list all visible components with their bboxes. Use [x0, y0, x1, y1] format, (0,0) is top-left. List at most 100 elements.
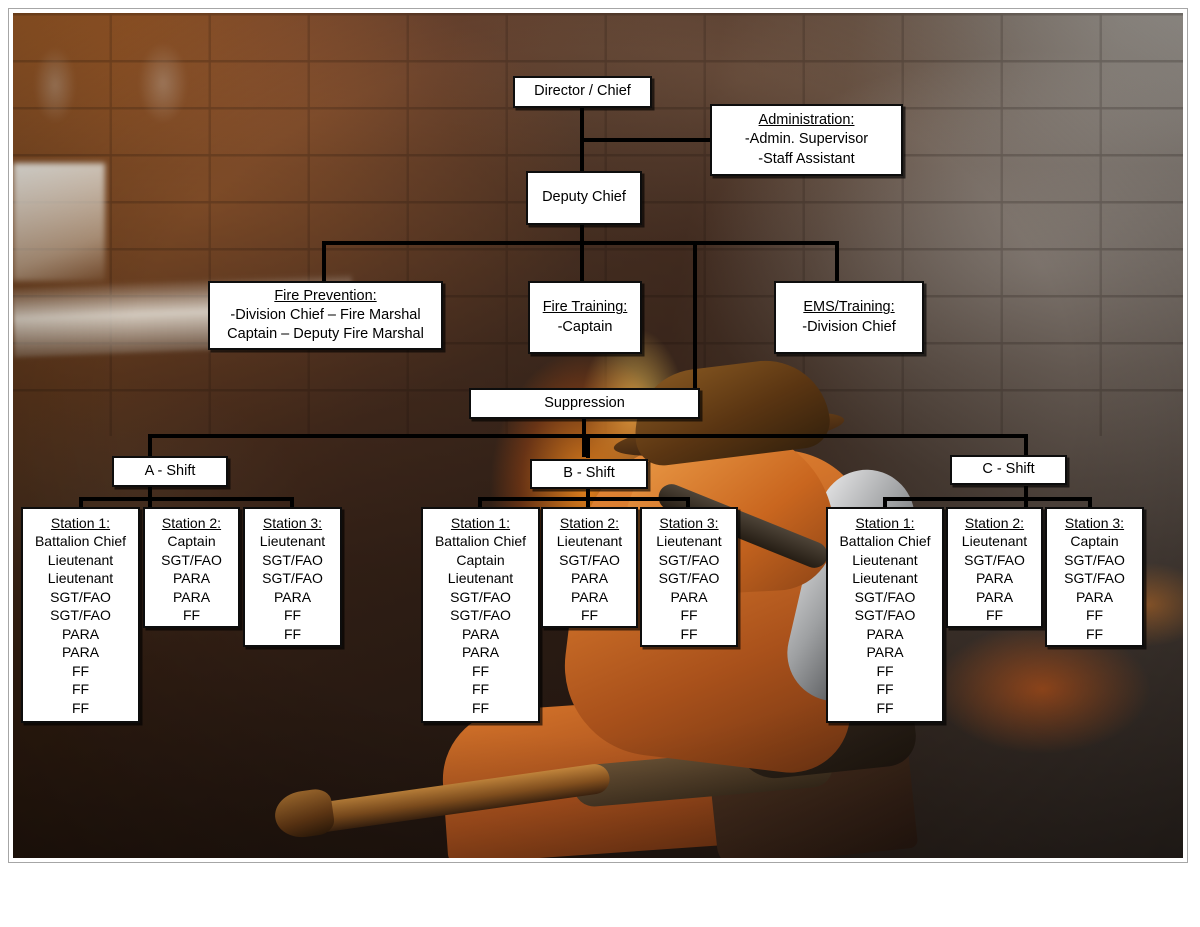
- node-director-chief[interactable]: Director / Chief: [513, 76, 652, 108]
- ems-training-header: EMS/Training:: [803, 299, 895, 316]
- node-c-shift-station-3[interactable]: Station 3: Captain SGT/FAO SGT/FAO PARA …: [1045, 507, 1144, 647]
- station-role: FF: [71, 681, 90, 698]
- node-fire-training[interactable]: Fire Training: -Captain: [528, 281, 642, 354]
- node-deputy-chief[interactable]: Deputy Chief: [526, 171, 642, 225]
- c-shift-label: C - Shift: [982, 461, 1035, 478]
- station-role: FF: [71, 699, 90, 716]
- station-role: SGT/FAO: [50, 607, 111, 624]
- node-c-shift-station-1[interactable]: Station 1: Battalion Chief Lieutenant Li…: [826, 507, 944, 723]
- administration-line-1: -Admin. Supervisor: [744, 131, 869, 148]
- node-b-shift-station-2[interactable]: Station 2: Lieutenant SGT/FAO PARA PARA …: [541, 507, 638, 628]
- station-role: FF: [71, 662, 90, 679]
- station-header: Station 2:: [559, 515, 620, 531]
- station-role: FF: [471, 681, 490, 698]
- fire-prevention-line-2: Captain – Deputy Fire Marshal: [227, 326, 424, 343]
- connector-director-down: [580, 107, 584, 181]
- station-role: FF: [182, 607, 201, 624]
- station-role: Battalion Chief: [34, 533, 127, 550]
- station-role: Battalion Chief: [434, 533, 527, 550]
- node-b-shift[interactable]: B - Shift: [530, 459, 648, 489]
- node-suppression[interactable]: Suppression: [469, 388, 700, 419]
- station-role: Lieutenant: [852, 551, 918, 568]
- fire-training-line-1: -Captain: [557, 318, 613, 335]
- station-role: Lieutenant: [852, 570, 918, 587]
- connector-b-station-bus: [478, 497, 690, 501]
- station-role: PARA: [866, 625, 904, 642]
- connector-bus-to-ems: [835, 241, 839, 283]
- station-role: FF: [680, 625, 698, 642]
- node-b-shift-station-3[interactable]: Station 3: Lieutenant SGT/FAO SGT/FAO PA…: [640, 507, 738, 647]
- station-role: FF: [680, 607, 698, 624]
- station-role: PARA: [975, 588, 1014, 605]
- connector-bus-to-suppression: [693, 241, 697, 389]
- fire-training-header: Fire Training:: [542, 299, 628, 316]
- connector-bus-to-b-shift: [586, 434, 590, 458]
- station-role: FF: [283, 607, 302, 624]
- station-role: SGT/FAO: [854, 607, 916, 624]
- station-header: Station 2:: [964, 515, 1025, 531]
- station-role: SGT/FAO: [964, 551, 1025, 568]
- station-role: FF: [876, 681, 894, 698]
- station-role: SGT/FAO: [658, 551, 720, 568]
- station-role: FF: [283, 625, 302, 642]
- station-role: PARA: [461, 644, 500, 661]
- node-c-shift[interactable]: C - Shift: [950, 455, 1067, 485]
- node-a-shift-station-2[interactable]: Station 2: Captain SGT/FAO PARA PARA FF: [143, 507, 240, 628]
- station-role: Lieutenant: [447, 570, 514, 587]
- station-role: Lieutenant: [47, 551, 114, 568]
- connector-bus-to-firetraining: [580, 241, 584, 283]
- ems-training-line-1: -Division Chief: [802, 318, 896, 335]
- connector-director-to-admin: [580, 138, 712, 142]
- administration-header: Administration:: [758, 112, 855, 129]
- connector-bus-to-prevention: [322, 241, 326, 283]
- station-role: PARA: [172, 588, 211, 605]
- station-role: SGT/FAO: [658, 570, 720, 587]
- fire-prevention-line-1: -Division Chief – Fire Marshal: [230, 306, 421, 323]
- node-administration[interactable]: Administration: -Admin. Supervisor -Staf…: [710, 104, 903, 176]
- node-ems-training[interactable]: EMS/Training: -Division Chief: [774, 281, 924, 354]
- station-header: Station 3:: [659, 515, 719, 531]
- station-role: PARA: [461, 625, 500, 642]
- station-role: Captain: [456, 551, 505, 568]
- connector-a-station-bus: [79, 497, 294, 501]
- station-header: Station 3:: [1064, 515, 1125, 531]
- station-role: FF: [985, 607, 1004, 624]
- station-role: PARA: [975, 570, 1014, 587]
- node-a-shift-station-3[interactable]: Station 3: Lieutenant SGT/FAO SGT/FAO PA…: [243, 507, 342, 647]
- station-role: PARA: [61, 625, 100, 642]
- suppression-label: Suppression: [544, 394, 625, 411]
- station-role: FF: [876, 699, 894, 716]
- station-role: FF: [1085, 625, 1104, 642]
- director-chief-label: Director / Chief: [534, 83, 631, 100]
- station-role: SGT/FAO: [450, 607, 511, 624]
- station-role: Captain: [1070, 533, 1119, 550]
- node-c-shift-station-2[interactable]: Station 2: Lieutenant SGT/FAO PARA PARA …: [946, 507, 1043, 628]
- node-fire-prevention[interactable]: Fire Prevention: -Division Chief – Fire …: [208, 281, 443, 350]
- node-a-shift[interactable]: A - Shift: [112, 456, 228, 487]
- station-role: FF: [876, 662, 894, 679]
- station-role: SGT/FAO: [559, 551, 620, 568]
- station-role: SGT/FAO: [450, 588, 511, 605]
- station-role: PARA: [570, 570, 609, 587]
- station-role: FF: [471, 699, 490, 716]
- station-role: SGT/FAO: [50, 588, 111, 605]
- connector-c-station-bus: [883, 497, 1092, 501]
- station-role: Lieutenant: [656, 533, 722, 550]
- station-role: PARA: [61, 644, 100, 661]
- station-role: SGT/FAO: [854, 588, 916, 605]
- station-role: PARA: [570, 588, 609, 605]
- node-b-shift-station-1[interactable]: Station 1: Battalion Chief Captain Lieut…: [421, 507, 540, 723]
- b-shift-label: B - Shift: [563, 465, 615, 482]
- station-role: SGT/FAO: [1064, 570, 1125, 587]
- node-a-shift-station-1[interactable]: Station 1: Battalion Chief Lieutenant Li…: [21, 507, 140, 723]
- station-role: Lieutenant: [556, 533, 623, 550]
- station-role: PARA: [172, 570, 211, 587]
- station-header: Station 1:: [855, 515, 915, 531]
- station-role: Battalion Chief: [839, 533, 931, 550]
- station-role: SGT/FAO: [161, 551, 222, 568]
- station-header: Station 3:: [262, 515, 323, 531]
- station-role: SGT/FAO: [262, 570, 323, 587]
- station-role: FF: [580, 607, 599, 624]
- station-role: FF: [471, 662, 490, 679]
- station-role: PARA: [670, 588, 708, 605]
